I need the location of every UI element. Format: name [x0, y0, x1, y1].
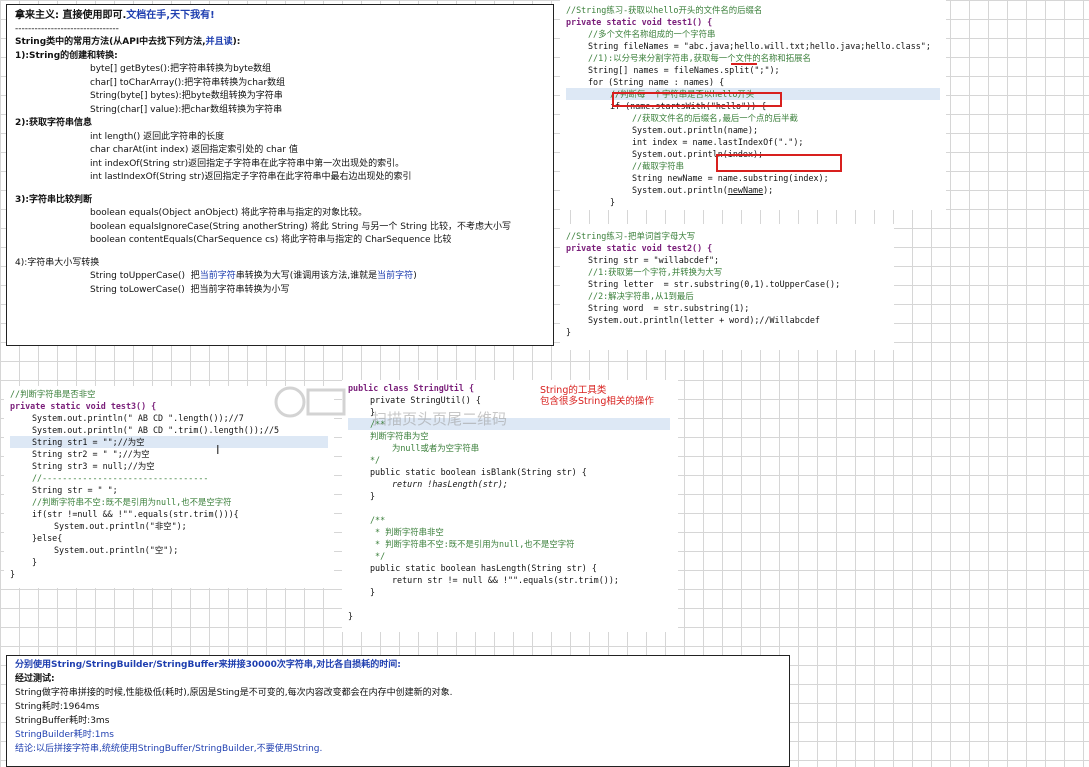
- notes-intro: String类中的常用方法(从API中去找下列方法,并且读):: [15, 37, 241, 47]
- section-heading-compare: 3):字符串比较判断: [15, 194, 92, 205]
- method-line: byte[] getBytes():把字符串转换为byte数组: [90, 64, 272, 74]
- code-comment: 判断字符串为空: [370, 431, 429, 441]
- code-brace: }: [32, 557, 38, 567]
- method-line: boolean equalsIgnoreCase(String anotherS…: [90, 221, 511, 232]
- notes-divider: --------------------------------: [15, 23, 119, 34]
- notes-title: 拿来主义: 直接使用即可.文档在手,天下我有!: [15, 10, 215, 21]
- code-comment: //判断字符串不空:既不是引用为null,也不是空字符: [32, 497, 232, 507]
- code-brace: }: [10, 569, 16, 579]
- code-comment: //1:获取第一个字符,并转换为大写: [588, 267, 723, 277]
- code-line: System.out.println(newName);: [632, 185, 774, 195]
- section-heading-create: 1):String的创建和转换:: [15, 50, 118, 61]
- summary-test-label: 经过测试:: [15, 674, 55, 684]
- method-line: boolean equals(Object anObject) 将此字符串与指定…: [90, 208, 368, 218]
- code-line: }else{: [32, 533, 63, 543]
- code-line: if(str !=null && !"".equals(str.trim()))…: [32, 509, 239, 519]
- code-comment: //多个文件名称组成的一个字符串: [588, 29, 716, 39]
- code-snippet-test2: //String练习-把单词首字母大写 private static void …: [560, 224, 894, 350]
- code-comment: //String练习-获取以hello开头的文件名的后缀名: [566, 5, 763, 15]
- method-line: int length() 返回此字符串的长度: [90, 131, 225, 142]
- code-brace: }: [610, 197, 616, 207]
- section-heading-case: 4):字符串大小写转换: [15, 257, 100, 268]
- method-signature: public static boolean isBlank(String str…: [370, 467, 587, 477]
- method-line: String toLowerCase() 把当前字符串转换为小写: [90, 284, 290, 295]
- code-comment: //---------------------------------: [32, 473, 209, 483]
- performance-summary: 分别使用String/StringBuilder/StringBuffer来拼接…: [6, 655, 790, 767]
- stringbuffer-time: StringBuffer耗时:3ms: [15, 716, 110, 726]
- code-line: System.out.println("空");: [54, 545, 179, 555]
- code-line: System.out.println(" AB CD ".trim().leng…: [32, 425, 280, 435]
- summary-heading: 分别使用String/StringBuilder/StringBuffer来拼接…: [15, 660, 401, 670]
- string-methods-notes: 拿来主义: 直接使用即可.文档在手,天下我有! ----------------…: [6, 4, 554, 346]
- code-comment: //获取文件名的后缀名,最后一个点的后半截: [632, 113, 798, 123]
- code-line: String str3 = null;//为空: [32, 461, 155, 471]
- method-line: int indexOf(String str)返回指定子字符串在此字符串中第一次…: [90, 158, 405, 169]
- code-brace: }: [370, 491, 376, 501]
- code-comment: */: [370, 551, 386, 561]
- method-line: int lastIndexOf(String str)返回指定子字符串在此字符串…: [90, 172, 412, 182]
- code-line: System.out.println(name);: [632, 125, 759, 135]
- substring-highlight-box: [716, 154, 842, 172]
- code-comment: 为null或者为空字符串: [392, 443, 480, 453]
- watermark-logo-icon: [274, 386, 346, 418]
- method-line: String toUpperCase() 把当前字符串转换为大写(谁调用该方法,…: [90, 271, 417, 281]
- code-line: String str = " ";: [32, 485, 118, 495]
- method-line: char charAt(int index) 返回指定索引处的 char 值: [90, 145, 298, 155]
- split-highlight-underline: [731, 63, 757, 65]
- summary-conclusion: 结论:以后拼接字符串,统统使用StringBuffer/StringBuilde…: [15, 744, 323, 754]
- stringutil-annotation: String的工具类 包含很多String相关的操作: [540, 385, 654, 407]
- code-line: System.out.println(letter + word);//Will…: [588, 315, 820, 325]
- code-line: String letter = str.substring(0,1).toUpp…: [588, 279, 841, 289]
- code-line: String str1 = "";//为空: [10, 436, 328, 448]
- code-comment: //2:解决字符串,从1到最后: [588, 291, 694, 301]
- method-signature: private static void test2() {: [566, 243, 713, 253]
- method-line: char[] toCharArray():把字符串转换为char数组: [90, 77, 286, 88]
- section-heading-info: 2):获取字符串信息: [15, 118, 92, 128]
- code-brace: }: [370, 587, 376, 597]
- code-comment: //String练习-把单词首字母大写: [566, 231, 696, 241]
- code-brace: }: [566, 208, 940, 210]
- code-brace: }: [566, 327, 572, 337]
- method-line: String(char[] value):把char数组转换为字符串: [90, 104, 283, 115]
- method-line: boolean contentEquals(CharSequence cs) 将…: [90, 235, 452, 245]
- code-brace: }: [348, 611, 354, 621]
- stringbuilder-time: StringBuilder耗时:1ms: [15, 730, 114, 740]
- startswith-highlight-box: [612, 92, 782, 107]
- code-line: int index = name.lastIndexOf(".");: [632, 137, 804, 147]
- method-signature: private static void test1() {: [566, 17, 713, 27]
- code-line: System.out.println("非空");: [54, 521, 187, 531]
- code-line: String str2 = " ";//为空: [32, 449, 150, 459]
- code-comment: * 判断字符串不空:既不是引用为null,也不是空字符: [370, 539, 575, 549]
- code-comment: * 判断字符串非空: [370, 527, 444, 537]
- method-signature: public static boolean hasLength(String s…: [370, 563, 597, 573]
- code-line: String newName = name.substring(index);: [632, 173, 829, 183]
- string-time: String耗时:1964ms: [15, 702, 100, 712]
- code-line: String word = str.substring(1);: [588, 303, 750, 313]
- method-line: String(byte[] bytes):把byte数组转换为字符串: [90, 91, 283, 101]
- code-line: return str != null && !"".equals(str.tri…: [392, 575, 619, 585]
- code-line: for (String name : names) {: [588, 77, 725, 87]
- code-comment: /**: [370, 515, 386, 525]
- watermark-text: 扫描页头页尾二维码: [372, 410, 508, 428]
- summary-description: String做字符串拼接的时候,性能极低(耗时),原因是Sting是不可变的,每…: [15, 688, 453, 698]
- code-line: String[] names = fileNames.split(";");: [588, 65, 780, 75]
- code-comment: */: [370, 455, 381, 465]
- code-line: return !hasLength(str);: [392, 479, 508, 489]
- code-line: String fileNames = "abc.java;hello.will.…: [588, 41, 931, 51]
- code-line: String str = "willabcdef";: [588, 255, 720, 265]
- text-cursor-icon: I: [216, 443, 220, 457]
